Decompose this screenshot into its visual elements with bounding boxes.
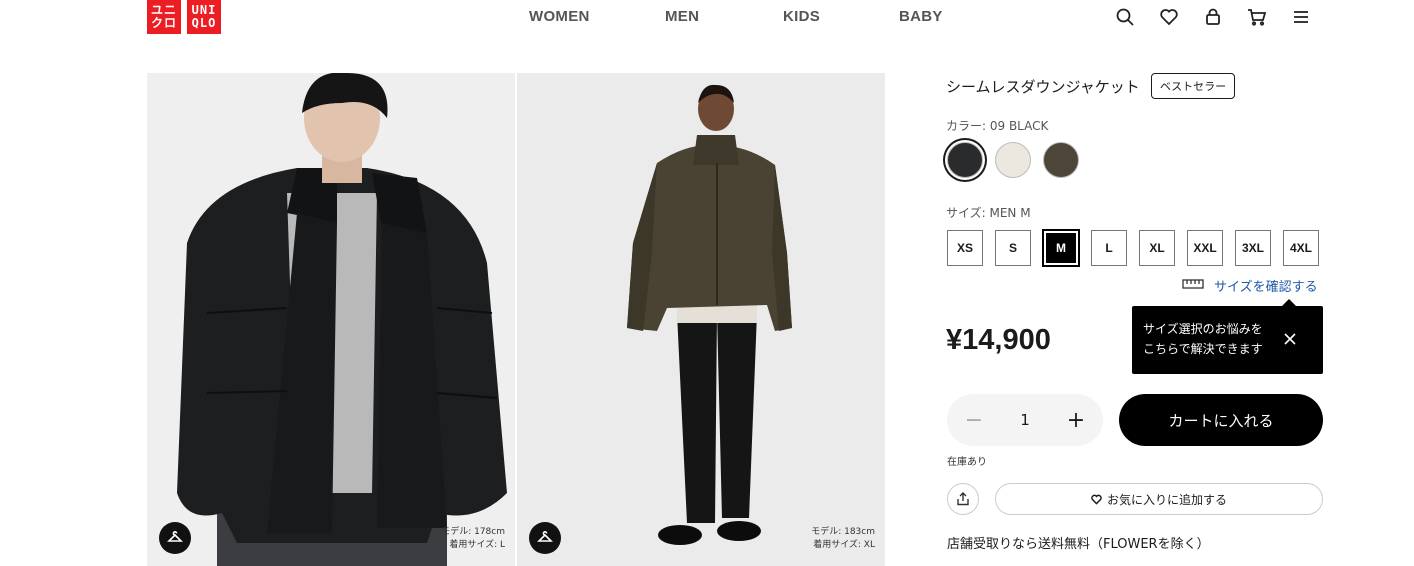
favorites-label: お気に入りに追加する xyxy=(1106,492,1227,507)
add-to-favorites-button[interactable]: お気に入りに追加する xyxy=(995,483,1323,515)
shipping-note: 店舗受取りなら送料無料（FLOWERを除く） xyxy=(947,537,1210,552)
model-height: モデル: 178cm xyxy=(441,527,505,537)
nav-baby[interactable]: BABY xyxy=(899,8,943,25)
product-photo-1[interactable]: モデル: 178cm 着用サイズ: L xyxy=(147,73,515,566)
hanger-icon[interactable] xyxy=(529,522,561,554)
user-icon[interactable] xyxy=(1202,6,1224,28)
add-to-cart-button[interactable]: カートに入れる xyxy=(1119,394,1323,446)
size-check-link[interactable]: サイズを確認する xyxy=(1182,276,1318,295)
color-swatch-olive[interactable] xyxy=(1043,142,1079,178)
close-icon[interactable] xyxy=(1283,332,1297,346)
hanger-icon[interactable] xyxy=(159,522,191,554)
search-icon[interactable] xyxy=(1114,6,1136,28)
quantity-stepper: − 1 + xyxy=(947,394,1103,446)
product-photo-2[interactable]: モデル: 183cm 着用サイズ: XL xyxy=(517,73,885,566)
heart-icon[interactable] xyxy=(1158,6,1180,28)
model-fullbody-image xyxy=(517,73,885,566)
size-check-text: サイズを確認する xyxy=(1214,280,1318,295)
color-label: カラー: 09 BLACK xyxy=(946,119,1049,133)
product-price: ¥14,900 xyxy=(946,324,1051,356)
heart-icon xyxy=(1091,494,1102,505)
size-option-xl[interactable]: XL xyxy=(1139,230,1175,266)
model-closeup-image xyxy=(147,73,515,566)
ruler-icon xyxy=(1182,278,1204,294)
size-label: サイズ: MEN M xyxy=(946,206,1031,220)
size-option-s[interactable]: S xyxy=(995,230,1031,266)
size-option-4xl[interactable]: 4XL xyxy=(1283,230,1319,266)
nav-kids[interactable]: KIDS xyxy=(783,8,820,25)
nav-women[interactable]: WOMEN xyxy=(529,8,590,25)
cart-icon[interactable] xyxy=(1246,6,1268,28)
model-info: モデル: 178cm 着用サイズ: L xyxy=(441,526,505,552)
stock-status: 在庫あり xyxy=(947,457,987,468)
size-help-tooltip[interactable]: サイズ選択のお悩みを こちらで解決できます xyxy=(1132,299,1323,374)
decrease-quantity-button[interactable]: − xyxy=(963,408,985,433)
menu-icon[interactable] xyxy=(1290,6,1312,28)
size-option-3xl[interactable]: 3XL xyxy=(1235,230,1271,266)
size-option-l[interactable]: L xyxy=(1091,230,1127,266)
color-swatch-offwhite[interactable] xyxy=(995,142,1031,178)
quantity-value[interactable]: 1 xyxy=(1020,411,1030,429)
product-title: シームレスダウンジャケット xyxy=(946,78,1140,96)
model-height: モデル: 183cm xyxy=(811,527,875,537)
color-swatch-black[interactable] xyxy=(947,142,983,178)
model-size: 着用サイズ: XL xyxy=(813,540,875,550)
size-option-m[interactable]: M xyxy=(1042,229,1080,267)
size-option-xxl[interactable]: XXL xyxy=(1187,230,1223,266)
size-option-xs[interactable]: XS xyxy=(947,230,983,266)
increase-quantity-button[interactable]: + xyxy=(1065,408,1087,433)
bestseller-badge: ベストセラー xyxy=(1151,73,1235,99)
share-button[interactable] xyxy=(947,483,979,515)
nav-men[interactable]: MEN xyxy=(665,8,699,25)
share-icon xyxy=(957,492,969,506)
model-info: モデル: 183cm 着用サイズ: XL xyxy=(811,526,875,552)
model-size: 着用サイズ: L xyxy=(449,540,505,550)
